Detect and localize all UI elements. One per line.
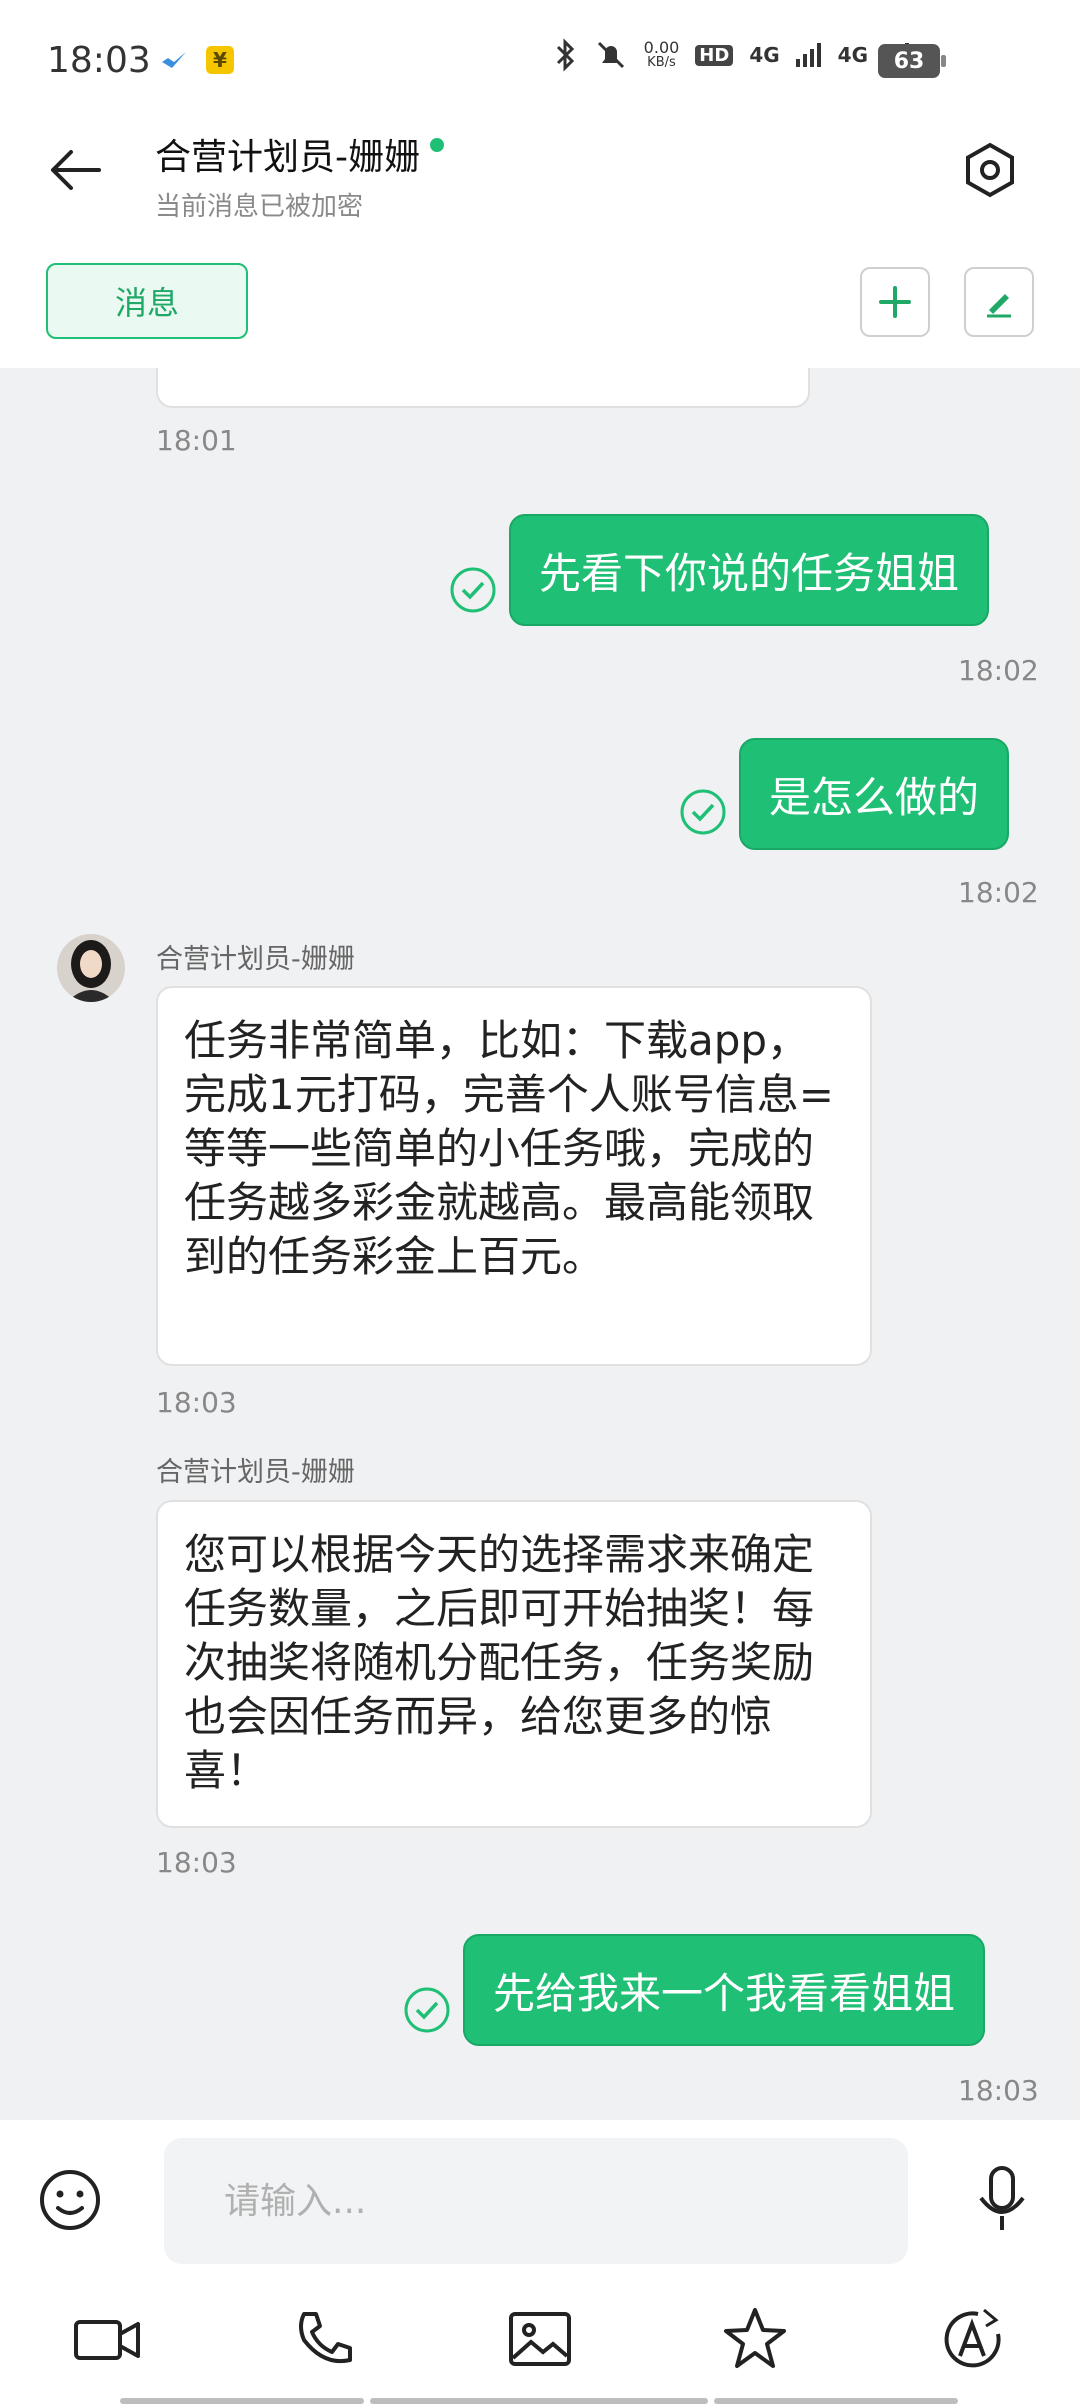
video-call-button[interactable] xyxy=(72,2304,142,2374)
sender-name: 合营计划员-姗姗 xyxy=(156,1457,355,1488)
status-bar: 18:03 ¥ 0.00 KB/s HD 4G 4G 63 xyxy=(0,0,1080,120)
mute-bell-icon xyxy=(597,41,624,69)
speed-value: 0.00 xyxy=(643,38,680,57)
chat-title: 合营计划员-姗姗 xyxy=(155,128,444,180)
star-icon xyxy=(724,2308,786,2368)
sent-check-icon xyxy=(450,567,496,613)
message-bubble-outgoing[interactable]: 是怎么做的 xyxy=(739,738,1010,850)
notification-icons: ¥ xyxy=(160,46,234,74)
contact-name: 合营计划员-姗姗 xyxy=(155,137,420,178)
sent-check-icon xyxy=(680,789,726,835)
contact-avatar[interactable] xyxy=(57,934,125,1002)
pencil-icon xyxy=(987,294,1011,318)
arrow-left-icon xyxy=(51,150,101,190)
status-time: 18:03 xyxy=(47,40,151,81)
chat-messages-area[interactable]: 18:01 先看下你说的任务姐姐 18:02 是怎么做的 18:02 合营计划员… xyxy=(0,368,1080,2120)
speed-unit: KB/s xyxy=(647,55,676,70)
message-time: 18:03 xyxy=(156,1846,237,1879)
message-time: 18:03 xyxy=(156,1386,237,1419)
message-input[interactable] xyxy=(164,2138,908,2264)
gesture-bar xyxy=(714,2398,958,2404)
gesture-bar xyxy=(370,2398,708,2404)
payment-app-icon: ¥ xyxy=(206,46,234,74)
message-bubble-partial xyxy=(156,368,810,408)
message-bubble-outgoing[interactable]: 先给我来一个我看看姐姐 xyxy=(463,1934,986,2046)
message-bubble-incoming[interactable]: 任务非常简单，比如：下载app，完成1元打码，完善个人账号信息=等等一些简单的小… xyxy=(156,986,872,1366)
message-time: 18:01 xyxy=(156,424,237,457)
phone-icon xyxy=(299,2312,352,2363)
text-a-circle-icon xyxy=(944,2308,1001,2368)
tab-messages[interactable]: 消息 xyxy=(46,263,248,339)
settings-hexagon-icon xyxy=(966,142,1014,198)
settings-button[interactable] xyxy=(960,140,1020,200)
microphone-icon xyxy=(979,2166,1025,2230)
composer-bar xyxy=(0,2120,1080,2408)
voice-button[interactable] xyxy=(972,2164,1032,2234)
status-right: 0.00 KB/s HD 4G 4G xyxy=(552,38,910,72)
sent-check-icon xyxy=(404,1987,450,2033)
bird-app-icon xyxy=(162,52,186,68)
network-speed: 0.00 KB/s xyxy=(643,38,680,71)
gallery-button[interactable] xyxy=(505,2304,575,2374)
hd-badge: HD xyxy=(695,44,734,66)
encryption-notice: 当前消息已被加密 xyxy=(155,192,364,222)
translate-button[interactable] xyxy=(938,2304,1008,2374)
signal-icon xyxy=(795,43,821,67)
message-time: 18:02 xyxy=(958,654,1039,687)
message-time: 18:02 xyxy=(958,876,1039,909)
edit-button[interactable] xyxy=(964,267,1034,337)
image-icon xyxy=(509,2312,571,2366)
avatar-image xyxy=(57,934,125,1002)
plus-icon xyxy=(879,286,911,318)
bluetooth-icon xyxy=(556,38,574,72)
sender-name: 合营计划员-姗姗 xyxy=(156,944,355,975)
battery-indicator: 63 xyxy=(878,44,946,78)
back-button[interactable] xyxy=(45,140,105,200)
smiley-icon xyxy=(40,2170,100,2230)
favorites-button[interactable] xyxy=(720,2304,790,2374)
emoji-button[interactable] xyxy=(38,2168,102,2232)
network-type-2: 4G xyxy=(837,43,868,67)
add-button[interactable] xyxy=(860,267,930,337)
online-status-dot xyxy=(430,138,444,152)
video-camera-icon xyxy=(74,2320,140,2360)
message-time: 18:03 xyxy=(958,2074,1039,2107)
gesture-bar xyxy=(120,2398,364,2404)
message-bubble-incoming[interactable]: 您可以根据今天的选择需求来确定任务数量，之后即可开始抽奖！每次抽奖将随机分配任务… xyxy=(156,1500,872,1828)
message-bubble-outgoing[interactable]: 先看下你说的任务姐姐 xyxy=(509,514,990,626)
voice-call-button[interactable] xyxy=(290,2304,360,2374)
network-type-1: 4G xyxy=(749,43,780,67)
